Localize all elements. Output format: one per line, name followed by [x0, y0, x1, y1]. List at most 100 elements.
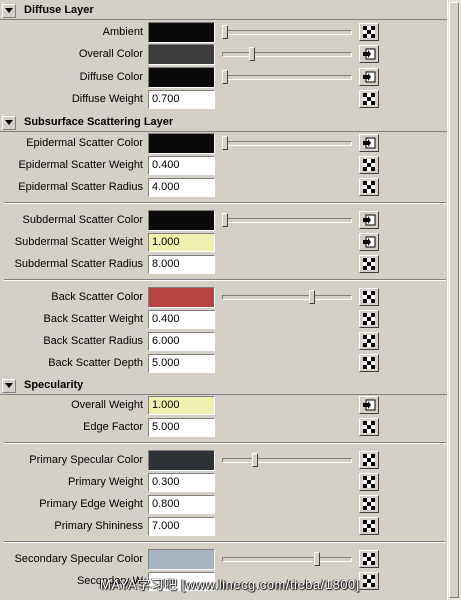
value-field[interactable]: 4.000 — [148, 178, 215, 197]
attr-label: Edge Factor — [83, 421, 143, 433]
group-divider — [4, 442, 446, 444]
attr-label: Subdermal Scatter Radius — [14, 258, 143, 270]
value-field[interactable]: 8.000 — [148, 255, 215, 274]
map-texture-button[interactable] — [359, 156, 379, 174]
attr-label: Diffuse Weight — [71, 93, 143, 105]
connected-map-button[interactable] — [359, 68, 379, 86]
map-texture-button[interactable] — [359, 255, 379, 273]
attr-row-back-scatter-color: Back Scatter Color — [0, 287, 448, 309]
value-field[interactable]: 6.000 — [148, 332, 215, 351]
slider-thumb[interactable] — [222, 70, 228, 84]
slider-track — [222, 141, 352, 146]
value-field[interactable]: 5.000 — [148, 418, 215, 437]
slider-track — [222, 295, 352, 300]
color-slider[interactable] — [222, 552, 352, 566]
connected-map-button[interactable] — [359, 134, 379, 152]
slider-thumb[interactable] — [309, 290, 315, 304]
color-slider[interactable] — [222, 136, 352, 150]
value-field[interactable]: 0.700 — [148, 90, 215, 109]
map-texture-button[interactable] — [359, 178, 379, 196]
attr-label: Back Scatter Weight — [43, 313, 143, 325]
attr-row-edge-factor: Edge Factor 5.000 — [0, 417, 448, 439]
attr-label: Subdermal Scatter Weight — [14, 236, 143, 248]
color-swatch[interactable] — [148, 67, 215, 88]
map-texture-button[interactable] — [359, 418, 379, 436]
attr-row-subdermal-scatter-radius: Subdermal Scatter Radius 8.000 — [0, 254, 448, 276]
attr-row-secondary-specular-color: Secondary Specular Color — [0, 549, 448, 571]
attr-label: Primary Specular Color — [29, 454, 143, 466]
attr-row-epidermal-scatter-radius: Epidermal Scatter Radius 4.000 — [0, 177, 448, 199]
attr-label: Secondary Specular Color — [14, 553, 143, 565]
color-slider[interactable] — [222, 25, 352, 39]
map-texture-button[interactable] — [359, 332, 379, 350]
attr-label: Primary Shininess — [54, 520, 143, 532]
value-field[interactable]: 0.400 — [148, 310, 215, 329]
map-texture-button[interactable] — [359, 495, 379, 513]
color-swatch[interactable] — [148, 22, 215, 43]
color-slider[interactable] — [222, 70, 352, 84]
value-field[interactable]: 1.000 — [148, 396, 215, 415]
collapse-arrow-icon[interactable] — [2, 116, 16, 130]
attr-row-epidermal-scatter-weight: Epidermal Scatter Weight 0.400 — [0, 155, 448, 177]
color-swatch[interactable] — [148, 133, 215, 154]
color-slider[interactable] — [222, 47, 352, 61]
slider-thumb[interactable] — [222, 213, 228, 227]
slider-track — [222, 75, 352, 80]
attr-row-diffuse-weight: Diffuse Weight 0.700 — [0, 89, 448, 111]
sss-layer-header[interactable]: Subsurface Scattering Layer — [0, 114, 448, 132]
color-slider[interactable] — [222, 290, 352, 304]
watermark-text: MAYA学习吧 [www.linecg.com/tieba/1800] — [100, 577, 360, 592]
attribute-editor-panel: Diffuse Layer Ambient Overall Color Diffus… — [0, 0, 448, 600]
connected-map-button[interactable] — [359, 396, 379, 414]
color-swatch[interactable] — [148, 210, 215, 231]
value-field[interactable]: 0.800 — [148, 495, 215, 514]
value-field[interactable]: 7.000 — [148, 517, 215, 536]
attr-label: Subdermal Scatter Color — [22, 214, 143, 226]
collapse-arrow-icon[interactable] — [2, 4, 16, 18]
attr-label: Back Scatter Color — [51, 291, 143, 303]
attr-label: Back Scatter Depth — [48, 357, 143, 369]
connected-map-button[interactable] — [359, 233, 379, 251]
collapse-arrow-icon[interactable] — [2, 379, 16, 393]
slider-thumb[interactable] — [314, 552, 320, 566]
map-texture-button[interactable] — [359, 572, 379, 590]
connected-map-button[interactable] — [359, 211, 379, 229]
slider-thumb[interactable] — [252, 453, 258, 467]
map-texture-button[interactable] — [359, 451, 379, 469]
color-swatch[interactable] — [148, 549, 215, 570]
value-field[interactable]: 0.400 — [148, 156, 215, 175]
attr-row-epidermal-scatter-color: Epidermal Scatter Color — [0, 133, 448, 155]
value-field[interactable]: 1.000 — [148, 233, 215, 252]
attr-row-subdermal-scatter-weight: Subdermal Scatter Weight 1.000 — [0, 232, 448, 254]
value-field[interactable]: 0.300 — [148, 473, 215, 492]
attr-row-subdermal-scatter-color: Subdermal Scatter Color — [0, 210, 448, 232]
map-texture-button[interactable] — [359, 550, 379, 568]
attr-label: Diffuse Color — [79, 71, 143, 83]
map-texture-button[interactable] — [359, 354, 379, 372]
attr-row-primary-weight: Primary Weight 0.300 — [0, 472, 448, 494]
attr-row-back-scatter-radius: Back Scatter Radius 6.000 — [0, 331, 448, 353]
color-slider[interactable] — [222, 213, 352, 227]
attr-label: Primary Weight — [68, 476, 143, 488]
attr-row-primary-specular-color: Primary Specular Color — [0, 450, 448, 472]
color-slider[interactable] — [222, 453, 352, 467]
color-swatch[interactable] — [148, 287, 215, 308]
attr-row-primary-edge-weight: Primary Edge Weight 0.800 — [0, 494, 448, 516]
slider-thumb[interactable] — [222, 25, 228, 39]
vertical-scrollbar[interactable] — [447, 0, 461, 600]
value-field[interactable]: 5.000 — [148, 354, 215, 373]
slider-thumb[interactable] — [249, 47, 255, 61]
diffuse-layer-header[interactable]: Diffuse Layer — [0, 2, 448, 20]
slider-thumb[interactable] — [222, 136, 228, 150]
color-swatch[interactable] — [148, 450, 215, 471]
map-texture-button[interactable] — [359, 517, 379, 535]
map-texture-button[interactable] — [359, 473, 379, 491]
map-texture-button[interactable] — [359, 23, 379, 41]
map-texture-button[interactable] — [359, 90, 379, 108]
scrollbar-thumb[interactable] — [449, 2, 459, 598]
specularity-header[interactable]: Specularity — [0, 377, 448, 395]
color-swatch[interactable] — [148, 44, 215, 65]
connected-map-button[interactable] — [359, 45, 379, 63]
map-texture-button[interactable] — [359, 288, 379, 306]
map-texture-button[interactable] — [359, 310, 379, 328]
